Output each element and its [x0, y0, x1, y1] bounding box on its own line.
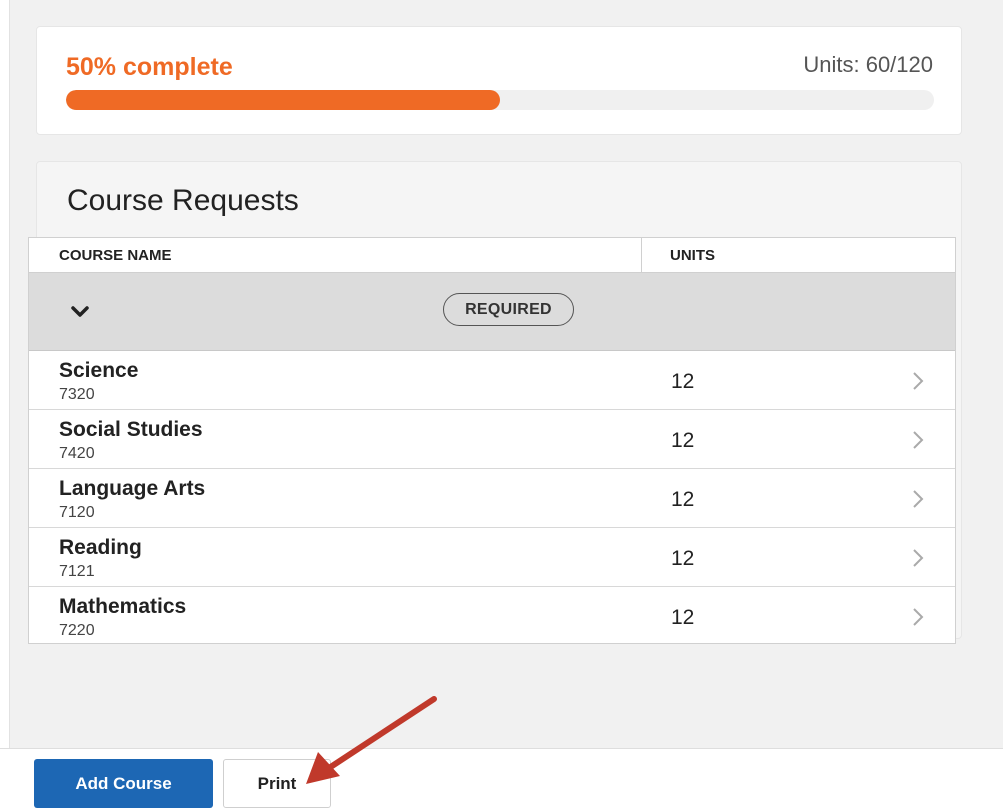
table-row[interactable]: Mathematics 7220 12	[29, 587, 955, 639]
course-name: Language Arts	[59, 477, 206, 500]
table-row[interactable]: Social Studies 7420 12	[29, 410, 955, 469]
column-header-course-name[interactable]: COURSE NAME	[29, 238, 642, 272]
course-code: 7420	[59, 445, 95, 462]
units-summary: Units: 60/120	[803, 52, 933, 77]
page: 50% complete Units: 60/120 Course Reques…	[0, 0, 1003, 808]
chevron-right-icon[interactable]	[911, 489, 925, 509]
print-button[interactable]: Print	[223, 759, 331, 808]
table-row[interactable]: Science 7320 12	[29, 351, 955, 410]
course-code: 7220	[59, 622, 95, 639]
course-code: 7320	[59, 386, 95, 403]
add-course-button[interactable]: Add Course	[34, 759, 213, 808]
course-requests-title: Course Requests	[67, 184, 299, 217]
course-name: Mathematics	[59, 595, 187, 618]
progress-bar-fill	[66, 90, 500, 110]
course-units: 12	[671, 547, 695, 570]
column-header-units[interactable]: UNITS	[642, 238, 955, 272]
left-edge	[0, 0, 10, 748]
chevron-right-icon[interactable]	[911, 371, 925, 391]
progress-label: 50% complete	[66, 53, 233, 81]
chevron-down-icon[interactable]	[69, 301, 91, 323]
table-header: COURSE NAME UNITS	[29, 238, 955, 273]
table-row[interactable]: Reading 7121 12	[29, 528, 955, 587]
chevron-right-icon[interactable]	[911, 430, 925, 450]
progress-card: 50% complete Units: 60/120	[36, 26, 962, 135]
footer-actions: Add Course Print	[0, 748, 1003, 808]
course-rows: Science 7320 12 Social Studies 7420 12 L…	[29, 351, 955, 639]
chevron-right-icon[interactable]	[911, 607, 925, 627]
course-name: Science	[59, 359, 139, 382]
course-requests-table: COURSE NAME UNITS REQUIRED Science 7320 …	[28, 237, 956, 644]
progress-bar	[66, 90, 934, 110]
course-units: 12	[671, 429, 695, 452]
course-units: 12	[671, 488, 695, 511]
course-units: 12	[671, 370, 695, 393]
course-code: 7120	[59, 504, 95, 521]
required-badge: REQUIRED	[443, 293, 574, 326]
course-code: 7121	[59, 563, 95, 580]
table-row[interactable]: Language Arts 7120 12	[29, 469, 955, 528]
course-units: 12	[671, 606, 695, 629]
course-name: Reading	[59, 536, 142, 559]
required-group-row[interactable]: REQUIRED	[29, 273, 955, 351]
course-name: Social Studies	[59, 418, 203, 441]
chevron-right-icon[interactable]	[911, 548, 925, 568]
